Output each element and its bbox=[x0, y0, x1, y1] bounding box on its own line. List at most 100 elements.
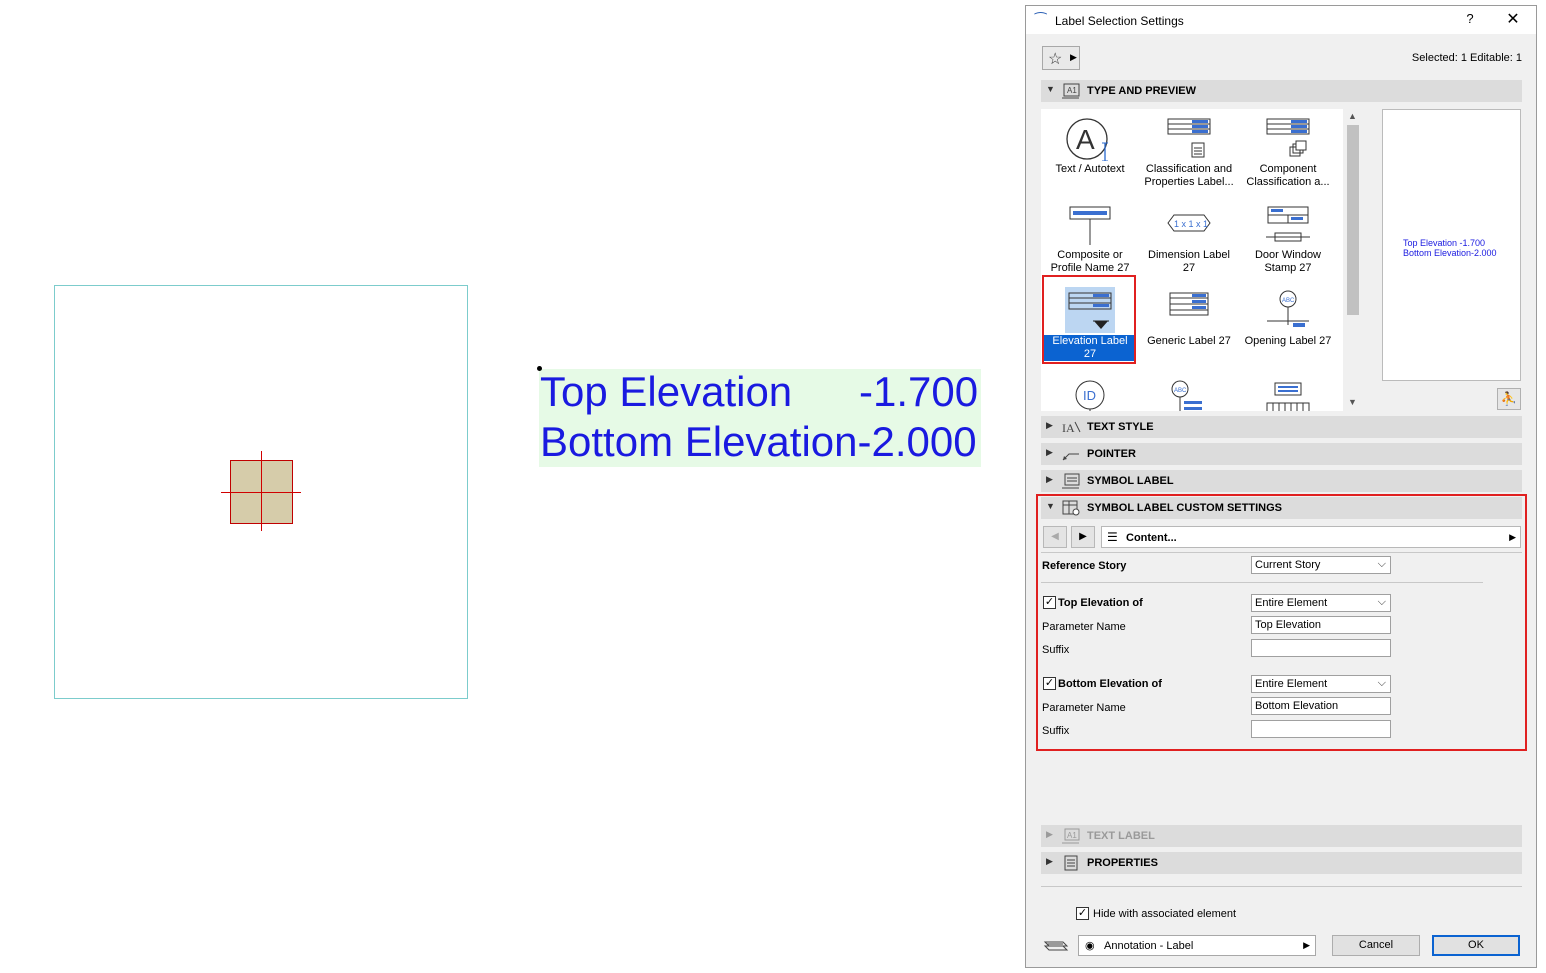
text-style-icon: IA bbox=[1061, 419, 1081, 435]
chevron-right-icon: ▶ bbox=[1070, 52, 1077, 62]
type-list-scrollbar[interactable]: ▲ ▼ bbox=[1345, 109, 1361, 411]
close-button[interactable]: ✕ bbox=[1504, 9, 1522, 29]
abc-label-icon: ABC bbox=[1164, 373, 1214, 411]
type-label: Classification and bbox=[1145, 163, 1233, 175]
section-text-style[interactable]: ▶ IA TEXT STYLE bbox=[1041, 416, 1522, 438]
type-label: Dimension Label bbox=[1148, 249, 1230, 261]
type-item-classification-properties[interactable]: Classification and Properties Label... bbox=[1143, 111, 1235, 195]
label-line-top-elevation: Top Elevation bbox=[540, 368, 793, 415]
collapse-triangle-icon: ▶ bbox=[1046, 447, 1053, 457]
collapse-triangle-icon: ▶ bbox=[1046, 474, 1053, 484]
text-autotext-icon: A bbox=[1065, 115, 1115, 162]
pointer-icon bbox=[1061, 446, 1081, 462]
star-icon: ☆ bbox=[1048, 51, 1063, 68]
door-window-stamp-icon bbox=[1263, 201, 1313, 247]
drawing-canvas[interactable]: Top Elevation -1.700 Bottom Elevation-2.… bbox=[0, 0, 1024, 973]
type-item-component-classification[interactable]: Component Classification a... bbox=[1242, 111, 1334, 195]
column-crosshair-vertical bbox=[261, 451, 262, 531]
type-label-2: Profile Name 27 bbox=[1050, 262, 1130, 274]
favorites-button[interactable]: ☆ ▶ bbox=[1042, 46, 1080, 70]
section-title: SYMBOL LABEL bbox=[1087, 475, 1174, 487]
expand-triangle-icon: ▼ bbox=[1046, 84, 1055, 94]
preview-person-icon: ⛹ bbox=[1500, 391, 1518, 406]
stair-label-icon bbox=[1263, 373, 1313, 411]
label-line-bottom-elevation: Bottom Elevation-2.000 bbox=[540, 418, 977, 465]
svg-text:ABC: ABC bbox=[1174, 388, 1187, 394]
type-item-composite-profile[interactable]: Composite or Profile Name 27 bbox=[1044, 197, 1136, 281]
generic-label-icon bbox=[1164, 287, 1214, 333]
layer-icon bbox=[1042, 936, 1070, 954]
layer-dropdown[interactable]: ◉ Annotation - Label ▶ bbox=[1078, 935, 1316, 956]
archicad-logo-icon: ⁀ bbox=[1035, 12, 1047, 28]
help-button[interactable]: ? bbox=[1462, 11, 1478, 29]
highlight-outline-custom-settings bbox=[1036, 494, 1527, 751]
text-label-icon: A1 bbox=[1061, 828, 1081, 844]
section-title: TEXT LABEL bbox=[1087, 830, 1155, 842]
svg-text:A1: A1 bbox=[1067, 831, 1077, 840]
type-item-door-window-stamp[interactable]: Door Window Stamp 27 bbox=[1242, 197, 1334, 281]
hide-with-element-label: Hide with associated element bbox=[1093, 908, 1237, 920]
dialog-title: Label Selection Settings bbox=[1055, 14, 1184, 28]
preview-settings-button[interactable]: ⛹ bbox=[1497, 388, 1521, 410]
component-classification-icon bbox=[1263, 115, 1313, 161]
collapse-triangle-icon: ▶ bbox=[1046, 420, 1053, 430]
svg-text:ID: ID bbox=[1083, 388, 1096, 403]
type-preview-icon: A1 bbox=[1061, 83, 1081, 99]
eye-icon: ◉ bbox=[1085, 940, 1095, 952]
classification-label-icon bbox=[1164, 115, 1214, 161]
selection-count: Selected: 1 Editable: 1 bbox=[1411, 52, 1522, 64]
svg-text:ABC: ABC bbox=[1282, 298, 1295, 304]
ok-button[interactable]: OK bbox=[1432, 935, 1520, 956]
svg-text:A1: A1 bbox=[1067, 86, 1077, 95]
type-label: Text / Autotext bbox=[1055, 163, 1125, 175]
label-type-list[interactable]: A Text / Autotext Classification and Prop… bbox=[1041, 109, 1343, 411]
svg-text:IA: IA bbox=[1062, 421, 1075, 435]
type-label-2: Classification a... bbox=[1246, 176, 1330, 188]
type-label: Component bbox=[1259, 163, 1317, 175]
dialog-titlebar[interactable]: ⁀ Label Selection Settings ? ✕ bbox=[1026, 6, 1536, 34]
type-label: Door Window bbox=[1254, 249, 1322, 261]
section-title: TEXT STYLE bbox=[1087, 421, 1154, 433]
symbol-label-icon bbox=[1061, 473, 1081, 489]
type-item-opening-label[interactable]: ABC Opening Label 27 bbox=[1242, 283, 1334, 367]
scroll-down-icon[interactable]: ▼ bbox=[1348, 397, 1357, 407]
dimension-label-icon: 1 x 1 x 1 bbox=[1164, 201, 1214, 247]
section-symbol-label[interactable]: ▶ SYMBOL LABEL bbox=[1041, 470, 1522, 492]
cancel-button[interactable]: Cancel bbox=[1332, 935, 1420, 956]
type-label-2: Properties Label... bbox=[1144, 176, 1234, 188]
section-properties[interactable]: ▶ PROPERTIES bbox=[1041, 852, 1522, 874]
label-preview-pane: Top Elevation -1.700 Bottom Elevation-2.… bbox=[1382, 109, 1521, 381]
section-title: TYPE AND PREVIEW bbox=[1087, 85, 1196, 97]
section-text-label: ▶ A1 TEXT LABEL bbox=[1041, 825, 1522, 847]
section-type-and-preview[interactable]: ▼ A1 TYPE AND PREVIEW bbox=[1041, 80, 1522, 102]
type-item-dimension-label[interactable]: 1 x 1 x 1 Dimension Label 27 bbox=[1143, 197, 1235, 281]
svg-text:A: A bbox=[1076, 124, 1095, 155]
type-label: Generic Label 27 bbox=[1147, 335, 1231, 347]
type-item-text-autotext[interactable]: A Text / Autotext bbox=[1044, 111, 1136, 195]
preview-line-top: Top Elevation -1.700 bbox=[1403, 238, 1486, 248]
type-item-stair-label[interactable] bbox=[1242, 369, 1334, 411]
svg-text:1 x 1 x 1: 1 x 1 x 1 bbox=[1174, 219, 1208, 229]
preview-line-bottom: Bottom Elevation-2.000 bbox=[1403, 248, 1497, 258]
collapse-triangle-icon: ▶ bbox=[1046, 856, 1053, 866]
chevron-right-icon: ▶ bbox=[1303, 940, 1310, 950]
highlight-outline-selected-type bbox=[1042, 275, 1136, 364]
type-label-2: Stamp 27 bbox=[1264, 262, 1312, 274]
id-label-icon: ID bbox=[1065, 373, 1115, 411]
label-selection-settings-dialog: ⁀ Label Selection Settings ? ✕ ☆ ▶ Selec… bbox=[1025, 5, 1537, 968]
type-item-generic-label[interactable]: Generic Label 27 bbox=[1143, 283, 1235, 367]
section-title: PROPERTIES bbox=[1087, 857, 1158, 869]
section-pointer[interactable]: ▶ POINTER bbox=[1041, 443, 1522, 465]
opening-label-icon: ABC bbox=[1263, 287, 1313, 333]
divider bbox=[1041, 886, 1522, 887]
type-item-id-label[interactable]: ID bbox=[1044, 369, 1136, 411]
scroll-up-icon[interactable]: ▲ bbox=[1348, 111, 1357, 121]
composite-profile-icon bbox=[1065, 201, 1115, 247]
collapse-triangle-icon: ▶ bbox=[1046, 829, 1053, 839]
properties-icon bbox=[1061, 855, 1081, 871]
hide-with-element-checkbox[interactable]: ✓ bbox=[1076, 907, 1089, 920]
layer-value: Annotation - Label bbox=[1104, 940, 1194, 952]
type-item-abc-label[interactable]: ABC bbox=[1143, 369, 1235, 411]
type-label: Composite or bbox=[1057, 249, 1123, 261]
scrollbar-thumb[interactable] bbox=[1347, 125, 1359, 315]
